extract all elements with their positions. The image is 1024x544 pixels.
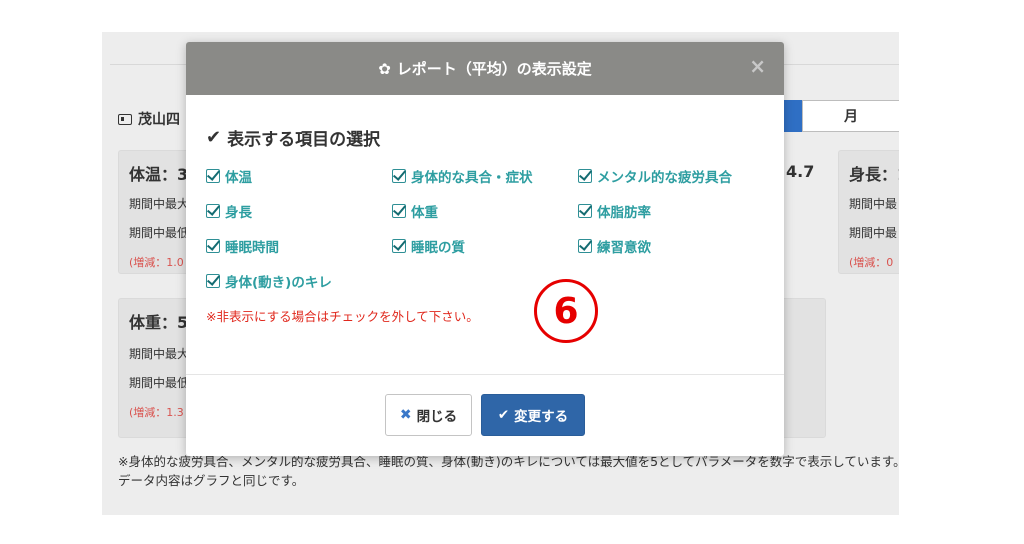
card-min: 期間中最低 <box>129 376 190 390</box>
option-body-temperature[interactable]: 体温 <box>206 166 252 186</box>
card-min: 期間中最 <box>849 226 898 240</box>
option-mental-fatigue[interactable]: メンタル的な疲労具合 <box>578 166 732 186</box>
card-delta: (増減：0 <box>849 256 894 269</box>
checkbox-checked[interactable] <box>578 204 592 218</box>
option-body-fat[interactable]: 体脂肪率 <box>578 201 651 221</box>
option-weight[interactable]: 体重 <box>392 201 438 221</box>
close-icon: ✖ <box>399 407 412 423</box>
stat-card-height: 身長：1 期間中最 期間中最 (増減：0 <box>838 150 899 274</box>
option-physical-condition[interactable]: 身体的な具合・症状 <box>392 166 533 186</box>
checkbox-checked[interactable] <box>206 169 220 183</box>
checkbox-checked[interactable] <box>578 239 592 253</box>
card-delta: (増減：1.0 <box>129 256 184 269</box>
section-title: ✔ 表示する項目の選択 <box>206 125 380 150</box>
tab-month[interactable]: 月 <box>802 100 899 132</box>
checkbox-checked[interactable] <box>206 274 220 288</box>
checkmark-icon: ✔ <box>206 127 222 148</box>
checkbox-checked[interactable] <box>392 169 406 183</box>
option-label: 体温 <box>225 170 252 186</box>
card-max: 期間中最 <box>849 197 898 211</box>
option-label: メンタル的な疲労具合 <box>597 170 732 186</box>
option-sleep-quality[interactable]: 睡眠の質 <box>392 236 465 256</box>
card-min: 期間中最低 <box>129 226 190 240</box>
period-tabs: 月 <box>780 100 899 132</box>
checkbox-checked[interactable] <box>206 239 220 253</box>
option-label: 身体(動き)のキレ <box>225 275 332 291</box>
option-label: 体重 <box>411 205 438 221</box>
checkbox-checked[interactable] <box>578 169 592 183</box>
option-label: 体脂肪率 <box>597 205 651 221</box>
checkmark-icon: ✔ <box>497 407 510 423</box>
user-name-text: 茂山四 <box>138 112 180 128</box>
option-label: 睡眠時間 <box>225 240 279 256</box>
modal-body: ✔ 表示する項目の選択 体温 身体的な具合・症状 メンタル的な疲労具合 身長 体… <box>186 95 784 375</box>
card-delta: (増減：1.3 <box>129 406 184 419</box>
section-title-text: 表示する項目の選択 <box>227 130 381 150</box>
checkbox-checked[interactable] <box>392 239 406 253</box>
card-max: 期間中最大 <box>129 347 190 361</box>
card-title: 身長：1 <box>849 165 899 184</box>
option-sleep-time[interactable]: 睡眠時間 <box>206 236 279 256</box>
option-label: 睡眠の質 <box>411 240 465 256</box>
id-card-icon <box>118 113 132 125</box>
hide-hint-note: ※非表示にする場合はチェックを外して下さい。 <box>206 309 479 324</box>
option-training-motivation[interactable]: 練習意欲 <box>578 236 651 256</box>
close-button-label: 閉じる <box>416 409 458 425</box>
card-title: 体重：5 <box>129 313 189 332</box>
option-movement-sharpness[interactable]: 身体(動き)のキレ <box>206 271 332 291</box>
annotation-number-badge: 6 <box>534 279 598 343</box>
checkbox-checked[interactable] <box>206 204 220 218</box>
option-label: 身体的な具合・症状 <box>411 170 533 186</box>
card-title: 体温：3 <box>129 165 189 184</box>
option-height[interactable]: 身長 <box>206 201 252 221</box>
option-label: 練習意欲 <box>597 240 651 256</box>
display-settings-modal: ✿ レポート（平均）の表示設定 × ✔ 表示する項目の選択 体温 身体的な具合・… <box>186 42 784 456</box>
card-max: 期間中最大 <box>129 197 190 211</box>
close-icon[interactable]: × <box>749 56 766 76</box>
modal-header: ✿ レポート（平均）の表示設定 × <box>186 42 784 95</box>
modal-title: レポート（平均）の表示設定 <box>396 60 592 78</box>
option-label: 身長 <box>225 205 252 221</box>
close-button[interactable]: ✖ 閉じる <box>385 394 472 436</box>
apply-button[interactable]: ✔ 変更する <box>481 394 585 436</box>
footer-divider <box>186 374 784 375</box>
card-value-partial: 4.7 <box>786 162 815 181</box>
checkbox-checked[interactable] <box>392 204 406 218</box>
user-name: 茂山四 <box>118 109 180 129</box>
footnote: ※身体的な疲労具合、メンタル的な疲労具合、睡眠の質、身体(動き)のキレについては… <box>118 454 899 488</box>
gear-icon: ✿ <box>378 59 391 78</box>
apply-button-label: 変更する <box>514 409 569 425</box>
